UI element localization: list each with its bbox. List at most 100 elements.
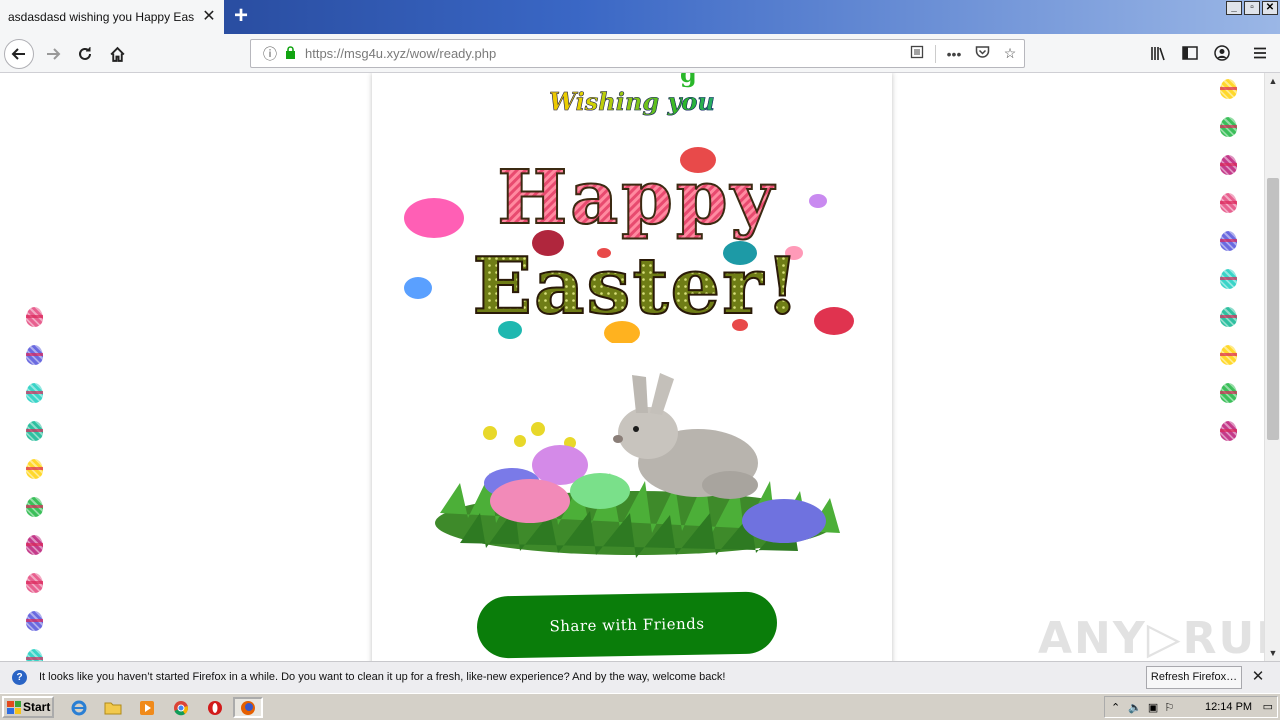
scrollbar-thumb[interactable] [1267,178,1279,440]
decor-egg-icon [26,459,43,479]
green-egg [570,473,630,509]
network-icon[interactable]: ▣ [1148,701,1158,714]
anyrun-watermark: ANY▷RUN [1038,613,1264,661]
folder-icon[interactable] [102,697,124,718]
scroll-down-arrow-icon[interactable]: ▼ [1265,645,1280,661]
decor-egg-icon [26,383,43,403]
notification-text: It looks like you haven’t started Firefo… [39,671,726,683]
lock-icon[interactable] [281,45,299,62]
flower-icon [514,435,526,447]
media-player-icon[interactable] [136,697,158,718]
decor-egg [404,277,432,299]
navigation-toolbar: ⓘ https://msg4u.xyz/wow/ready.php ••• ☆ [0,34,1280,73]
decor-egg [404,198,464,238]
question-icon: ? [12,670,27,685]
show-desktop-icon[interactable]: ▭ [1263,700,1273,713]
decor-egg-icon [26,497,43,517]
decor-egg-icon [1220,117,1237,137]
flag-icon[interactable]: ⚐ [1164,701,1174,714]
library-icon[interactable] [1144,39,1172,67]
clock: 12:14 PM [1205,701,1253,713]
new-tab-button[interactable]: + [228,4,254,30]
decor-egg-icon [26,649,43,661]
reader-view-icon[interactable] [903,45,931,62]
top-text-fragment: g [680,73,697,88]
url-bar[interactable]: ⓘ https://msg4u.xyz/wow/ready.php ••• ☆ [250,39,1025,68]
scroll-up-arrow-icon[interactable]: ▲ [1265,73,1280,89]
pocket-icon[interactable] [968,45,996,62]
decor-egg-icon [1220,193,1237,213]
system-tray: ⌃ 🔈 ▣ ⚐ 12:14 PM ▭ [1104,696,1278,718]
window-controls: _ ▫ ✕ [1226,1,1278,15]
start-button[interactable]: Start [2,696,54,718]
flower-icon [483,426,497,440]
url-path: /wow/ready.php [406,46,497,61]
blue-egg [742,499,826,543]
decor-egg-icon [26,345,43,365]
decor-egg-icon [1220,79,1237,99]
close-window-button[interactable]: ✕ [1262,1,1278,15]
forward-button[interactable] [38,39,68,69]
arrow-left-icon [11,48,25,60]
easter-text: Easter! [473,241,802,332]
opera-icon[interactable] [204,697,226,718]
account-icon[interactable] [1208,39,1236,67]
arrow-right-icon [47,48,61,60]
tab-close-icon[interactable]: ✕ [200,8,218,26]
firefox-icon[interactable] [233,697,263,718]
volume-icon[interactable]: 🔈 [1128,701,1142,714]
happy-text: Happy [497,155,776,241]
minimize-button[interactable]: _ [1226,1,1242,15]
info-icon[interactable]: ⓘ [259,44,281,64]
decor-egg [814,307,854,335]
decor-egg-icon [26,307,43,327]
tab-title: asdasdasd wishing you Happy Easter [8,10,194,24]
restore-button[interactable]: ▫ [1244,1,1260,15]
home-icon [109,46,125,62]
home-button[interactable] [102,39,132,69]
tray-expand-icon[interactable]: ⌃ [1111,701,1120,714]
notification-bar: ? It looks like you haven’t started Fire… [0,661,1280,693]
browser-tab[interactable]: asdasdasd wishing you Happy Easter ✕ [0,0,224,34]
decor-egg-icon [1220,155,1237,175]
greeting-card: g Wishing you Happy Easter! Share with F… [372,73,892,661]
page-content: g Wishing you Happy Easter! Share with F… [0,73,1264,661]
reload-button[interactable] [70,39,100,69]
chrome-icon[interactable] [170,697,192,718]
pink-egg [490,479,570,523]
menu-icon[interactable] [1246,39,1274,67]
wishing-you-text: Wishing you [372,87,892,117]
decor-egg-icon [26,611,43,631]
flower-icon [531,422,545,436]
windows-taskbar: Start ⌃ 🔈 ▣ ⚐ 12:14 PM ▭ [0,693,1280,720]
internet-explorer-icon[interactable] [68,697,90,718]
bunny-icon [613,373,758,499]
happy-easter-graphic: Happy Easter! [404,147,854,343]
decor-egg-icon [26,535,43,555]
notification-close-icon[interactable]: ✕ [1250,669,1266,685]
page-actions-icon[interactable]: ••• [940,46,968,62]
decor-egg-icon [26,421,43,441]
decor-egg-icon [1220,231,1237,251]
decor-egg-icon [1220,345,1237,365]
refresh-firefox-button[interactable]: Refresh Firefox… [1146,666,1242,689]
page-scrollbar[interactable]: ▲ ▼ [1264,73,1280,661]
sidebar-icon[interactable] [1176,39,1204,67]
windows-logo-icon [7,700,21,714]
url-separator [935,44,936,63]
decor-egg [809,194,827,208]
url-text[interactable]: https://msg4u.xyz/wow/ready.php [305,46,903,61]
decor-egg-icon [1220,269,1237,289]
start-label: Start [23,700,51,714]
decor-egg-icon [1220,307,1237,327]
bookmark-star-icon[interactable]: ☆ [996,45,1024,62]
bunny-scene-graphic [435,373,840,558]
share-with-friends-button[interactable]: Share with Friends [476,591,778,659]
back-button[interactable] [4,39,34,69]
decor-egg-icon [1220,383,1237,403]
reload-icon [79,47,91,60]
title-bar: asdasdasd wishing you Happy Easter ✕ + _… [0,0,1280,34]
decor-egg-icon [1220,421,1237,441]
url-host: https://msg4u.xyz [305,46,407,61]
decor-egg-icon [26,573,43,593]
